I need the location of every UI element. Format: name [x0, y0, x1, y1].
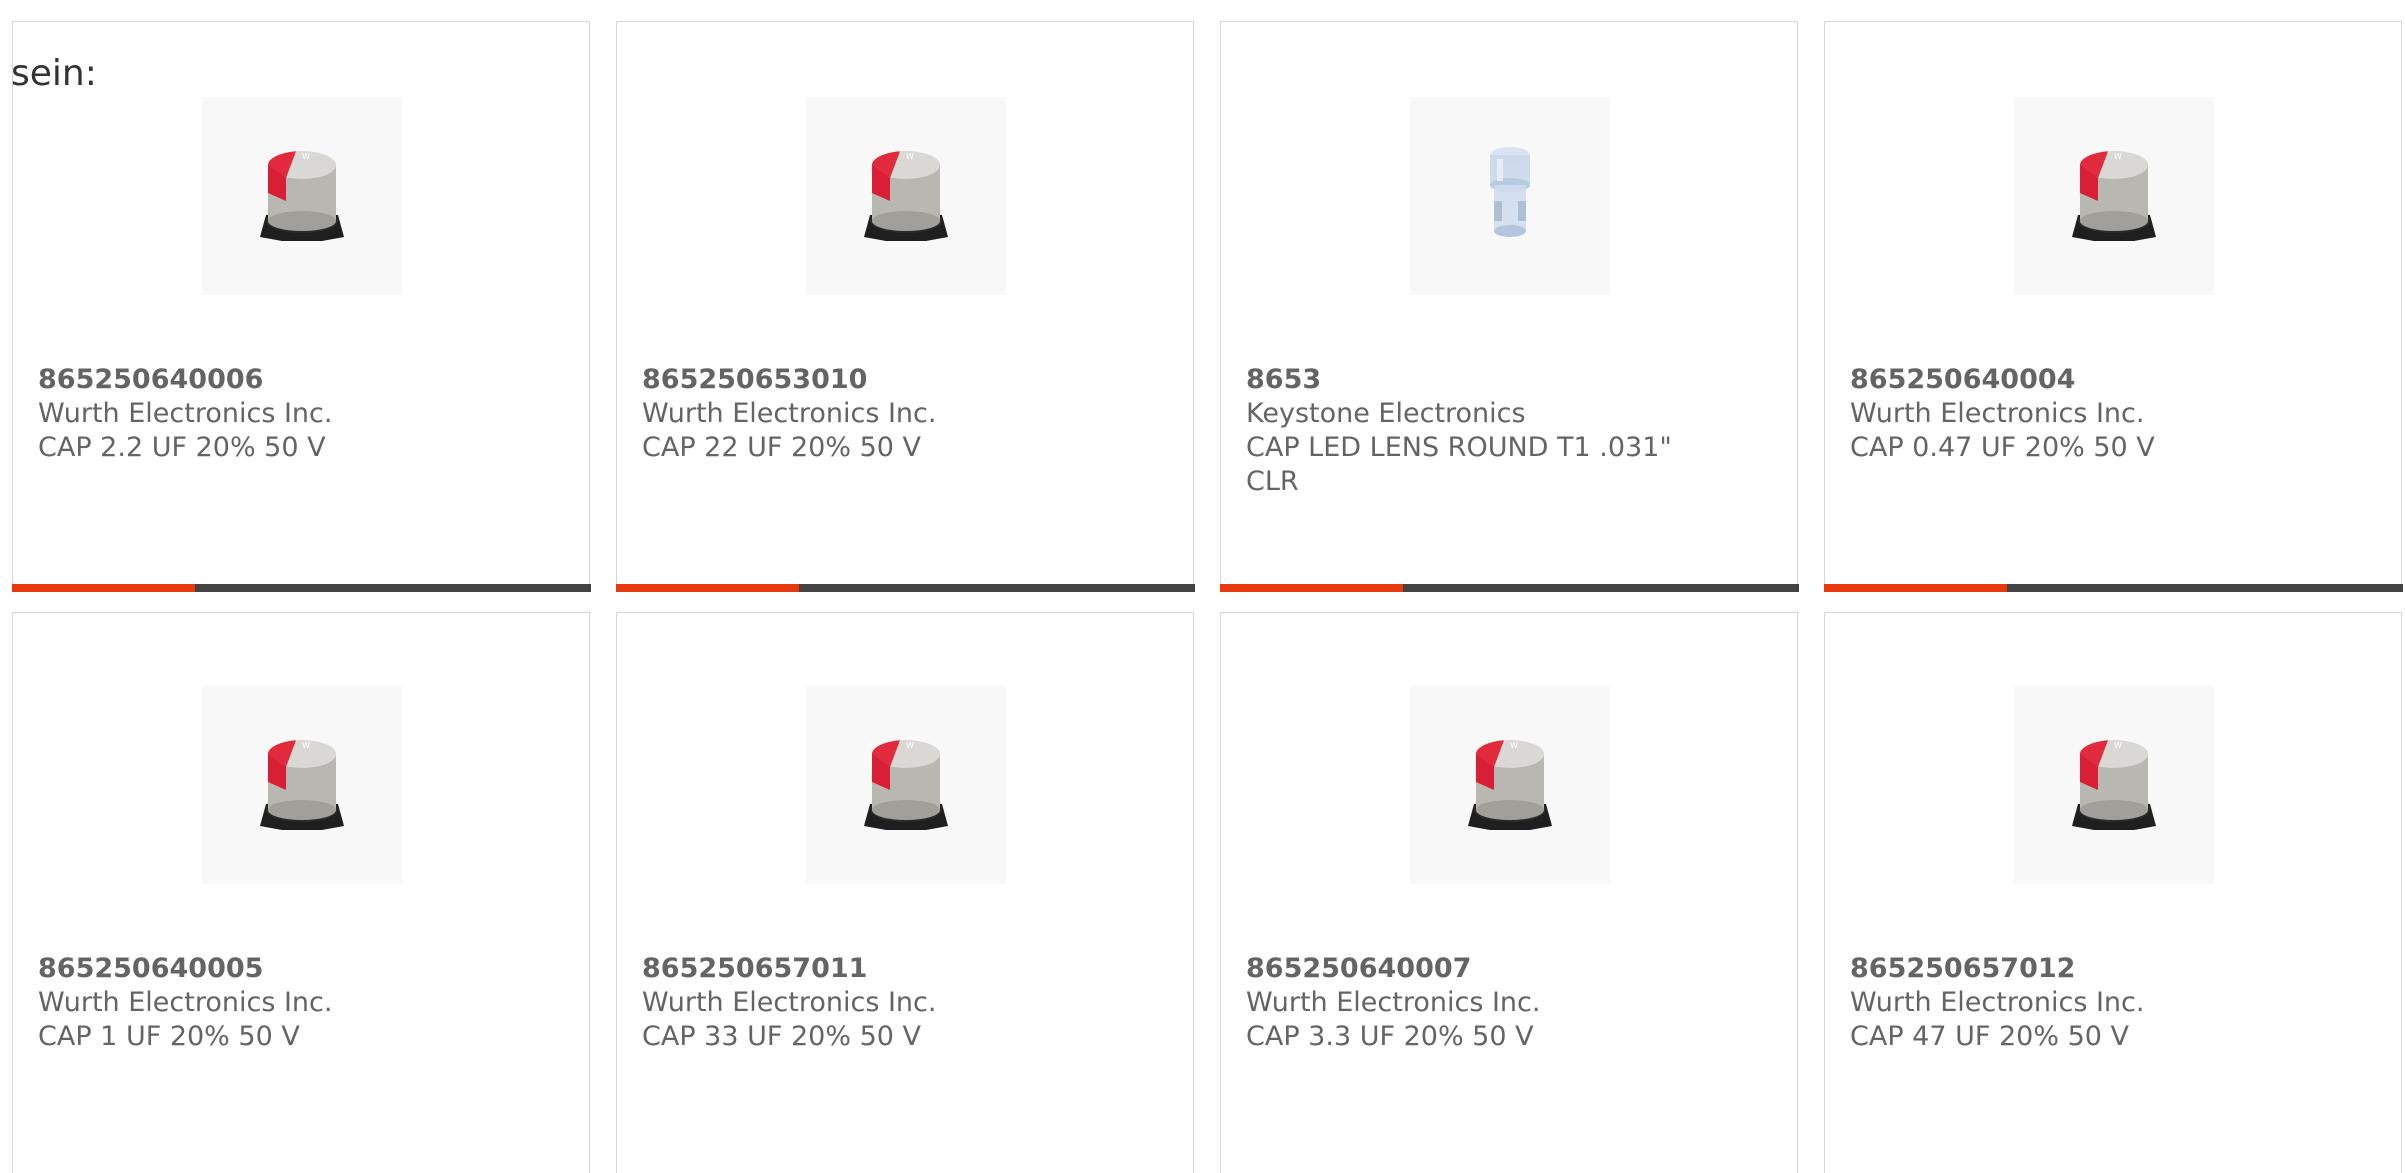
product-image[interactable]: W: [202, 97, 402, 295]
description: CAP 33 UF 20% 50 V: [642, 1021, 922, 1052]
product-card[interactable]: W 865250640006 Wurth Electronics Inc. CA…: [11, 21, 591, 592]
part-number[interactable]: 8653: [1246, 363, 1773, 397]
part-number[interactable]: 865250640005: [38, 952, 565, 986]
product-info: 865250640004 Wurth Electronics Inc. CAP …: [1850, 363, 2377, 465]
product-image[interactable]: W: [202, 686, 402, 884]
card-bottom-bar: [11, 583, 591, 592]
product-card[interactable]: W 865250640004 Wurth Electronics Inc. CA…: [1823, 21, 2403, 592]
product-info: 865250653010 Wurth Electronics Inc. CAP …: [642, 363, 1169, 465]
product-info: 865250657012 Wurth Electronics Inc. CAP …: [1850, 952, 2377, 1054]
svg-text:W: W: [302, 152, 310, 161]
card-bar-accent: [615, 583, 799, 592]
card-bar-accent: [1823, 583, 2007, 592]
led-lens-icon: [1490, 147, 1530, 237]
description: CAP 47 UF 20% 50 V: [1850, 1021, 2130, 1052]
intro-text: sein:: [11, 53, 97, 94]
manufacturer: Wurth Electronics Inc.: [642, 987, 937, 1018]
description: CAP 22 UF 20% 50 V: [642, 432, 922, 463]
capacitor-icon: W: [2072, 740, 2156, 830]
svg-text:W: W: [906, 152, 914, 161]
manufacturer: Wurth Electronics Inc.: [1850, 398, 2145, 429]
capacitor-icon: W: [1468, 740, 1552, 830]
manufacturer: Wurth Electronics Inc.: [38, 987, 333, 1018]
description: CAP 1 UF 20% 50 V: [38, 1021, 300, 1052]
card-bottom-bar: [615, 583, 1195, 592]
manufacturer: Keystone Electronics: [1246, 398, 1526, 429]
product-card[interactable]: W 865250657012 Wurth Electronics Inc. CA…: [1824, 612, 2402, 1173]
product-image[interactable]: W: [806, 97, 1006, 295]
manufacturer: Wurth Electronics Inc.: [1850, 987, 2145, 1018]
part-number[interactable]: 865250640006: [38, 363, 565, 397]
product-image[interactable]: W: [2014, 97, 2214, 295]
manufacturer: Wurth Electronics Inc.: [1246, 987, 1541, 1018]
svg-text:W: W: [906, 741, 914, 750]
description: CAP 0.47 UF 20% 50 V: [1850, 432, 2155, 463]
capacitor-icon: W: [260, 740, 344, 830]
card-bottom-bar: [1219, 583, 1799, 592]
product-card[interactable]: W 865250653010 Wurth Electronics Inc. CA…: [615, 21, 1195, 592]
capacitor-icon: W: [2072, 151, 2156, 241]
capacitor-icon: W: [260, 151, 344, 241]
svg-text:W: W: [2114, 741, 2122, 750]
part-number[interactable]: 865250657012: [1850, 952, 2377, 986]
description: CAP 3.3 UF 20% 50 V: [1246, 1021, 1534, 1052]
manufacturer: Wurth Electronics Inc.: [642, 398, 937, 429]
part-number[interactable]: 865250653010: [642, 363, 1169, 397]
manufacturer: Wurth Electronics Inc.: [38, 398, 333, 429]
product-card[interactable]: 8653 Keystone Electronics CAP LED LENS R…: [1219, 21, 1799, 592]
description: CAP 2.2 UF 20% 50 V: [38, 432, 326, 463]
part-number[interactable]: 865250657011: [642, 952, 1169, 986]
svg-text:W: W: [2114, 152, 2122, 161]
product-image[interactable]: [1410, 97, 1610, 295]
product-image[interactable]: W: [806, 686, 1006, 884]
product-info: 8653 Keystone Electronics CAP LED LENS R…: [1246, 363, 1773, 499]
description: CAP LED LENS ROUND T1 .031" CLR: [1246, 432, 1672, 497]
capacitor-icon: W: [864, 151, 948, 241]
part-number[interactable]: 865250640004: [1850, 363, 2377, 397]
svg-text:W: W: [302, 741, 310, 750]
product-image[interactable]: W: [1410, 686, 1610, 884]
part-number[interactable]: 865250640007: [1246, 952, 1773, 986]
product-card[interactable]: W 865250640005 Wurth Electronics Inc. CA…: [12, 612, 590, 1173]
card-bar-accent: [11, 583, 195, 592]
product-card[interactable]: W 865250657011 Wurth Electronics Inc. CA…: [616, 612, 1194, 1173]
product-info: 865250640005 Wurth Electronics Inc. CAP …: [38, 952, 565, 1054]
svg-text:W: W: [1510, 741, 1518, 750]
product-info: 865250640006 Wurth Electronics Inc. CAP …: [38, 363, 565, 465]
product-info: 865250657011 Wurth Electronics Inc. CAP …: [642, 952, 1169, 1054]
card-bottom-bar: [1823, 583, 2403, 592]
card-bar-accent: [1219, 583, 1403, 592]
product-image[interactable]: W: [2014, 686, 2214, 884]
capacitor-icon: W: [864, 740, 948, 830]
product-card[interactable]: W 865250640007 Wurth Electronics Inc. CA…: [1220, 612, 1798, 1173]
product-grid-page: sein: W 865250640006 Wurth Electronics I…: [0, 0, 2405, 1173]
product-info: 865250640007 Wurth Electronics Inc. CAP …: [1246, 952, 1773, 1054]
